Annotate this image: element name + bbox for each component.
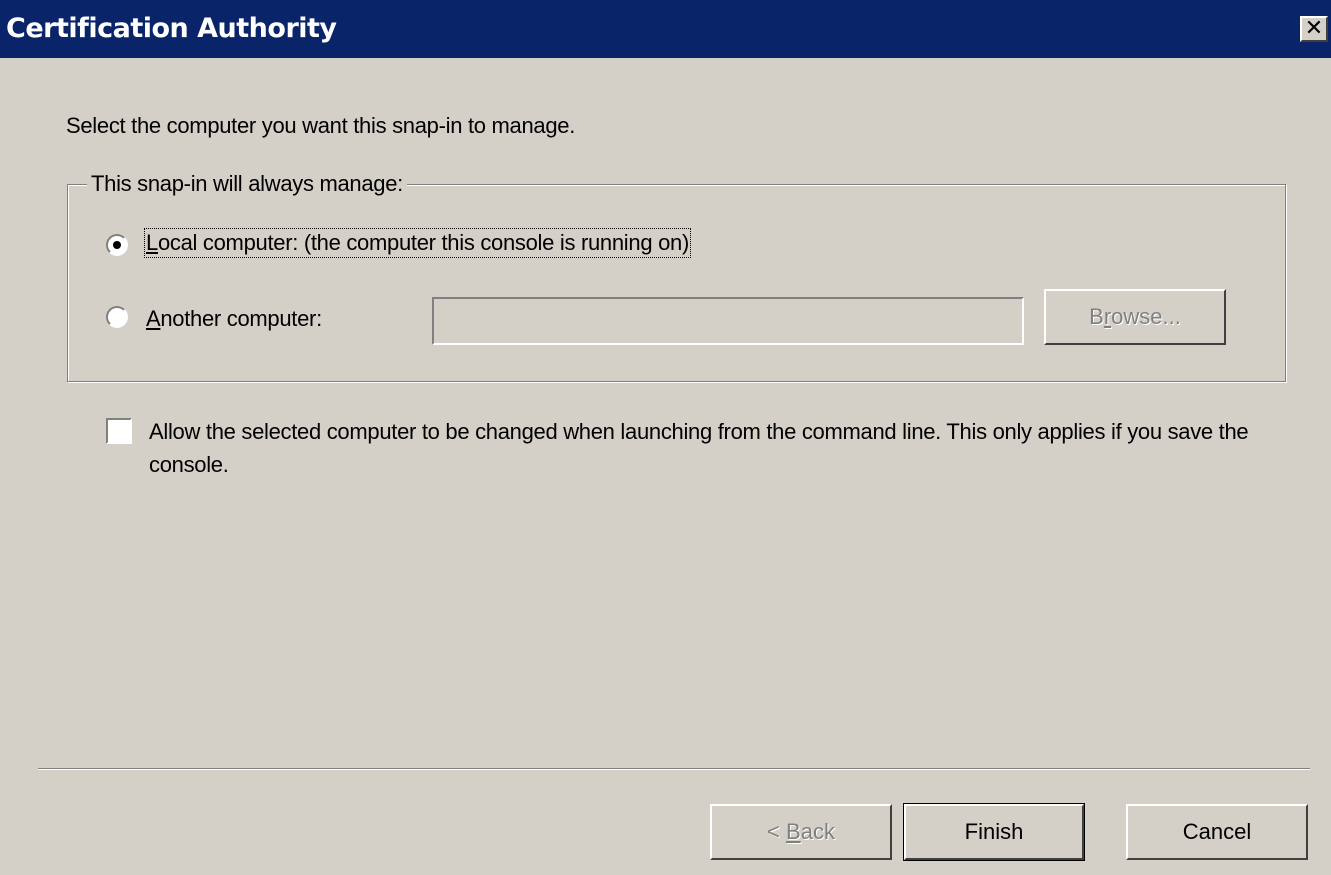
another-computer-radio[interactable] bbox=[106, 306, 128, 328]
local-computer-label[interactable]: Local computer: (the computer this conso… bbox=[144, 228, 691, 258]
back-button[interactable]: < Back bbox=[710, 804, 892, 860]
finish-button[interactable]: Finish bbox=[903, 803, 1085, 861]
close-button[interactable]: ✕ bbox=[1300, 16, 1328, 42]
radio-selected-dot bbox=[113, 241, 121, 249]
close-icon: ✕ bbox=[1304, 16, 1324, 41]
another-computer-accel: A bbox=[146, 306, 161, 331]
another-computer-label[interactable]: Another computer: bbox=[146, 306, 322, 332]
browse-label-post: owse... bbox=[1111, 304, 1181, 329]
instruction-text: Select the computer you want this snap-i… bbox=[66, 113, 576, 138]
computer-name-input[interactable] bbox=[432, 297, 1024, 345]
window-title: Certification Authority bbox=[6, 13, 337, 44]
groupbox-legend: This snap-in will always manage: bbox=[87, 171, 407, 197]
local-computer-radio[interactable] bbox=[106, 234, 128, 256]
cancel-button[interactable]: Cancel bbox=[1126, 804, 1308, 860]
browse-label-pre: B bbox=[1089, 304, 1104, 329]
back-label-accel: B bbox=[786, 819, 801, 844]
browse-button[interactable]: Browse... bbox=[1044, 289, 1226, 345]
allow-change-checkbox[interactable] bbox=[106, 418, 132, 444]
another-computer-label-text: nother computer: bbox=[160, 306, 322, 331]
footer-separator bbox=[38, 768, 1310, 770]
local-computer-label-text: ocal computer: (the computer this consol… bbox=[157, 230, 689, 255]
manage-target-groupbox bbox=[67, 184, 1286, 382]
back-label-post: ack bbox=[800, 819, 835, 844]
title-bar: Certification Authority ✕ bbox=[0, 0, 1331, 58]
allow-change-label[interactable]: Allow the selected computer to be change… bbox=[149, 415, 1249, 481]
local-computer-accel: L bbox=[146, 230, 158, 255]
back-label-pre: < bbox=[767, 819, 787, 844]
